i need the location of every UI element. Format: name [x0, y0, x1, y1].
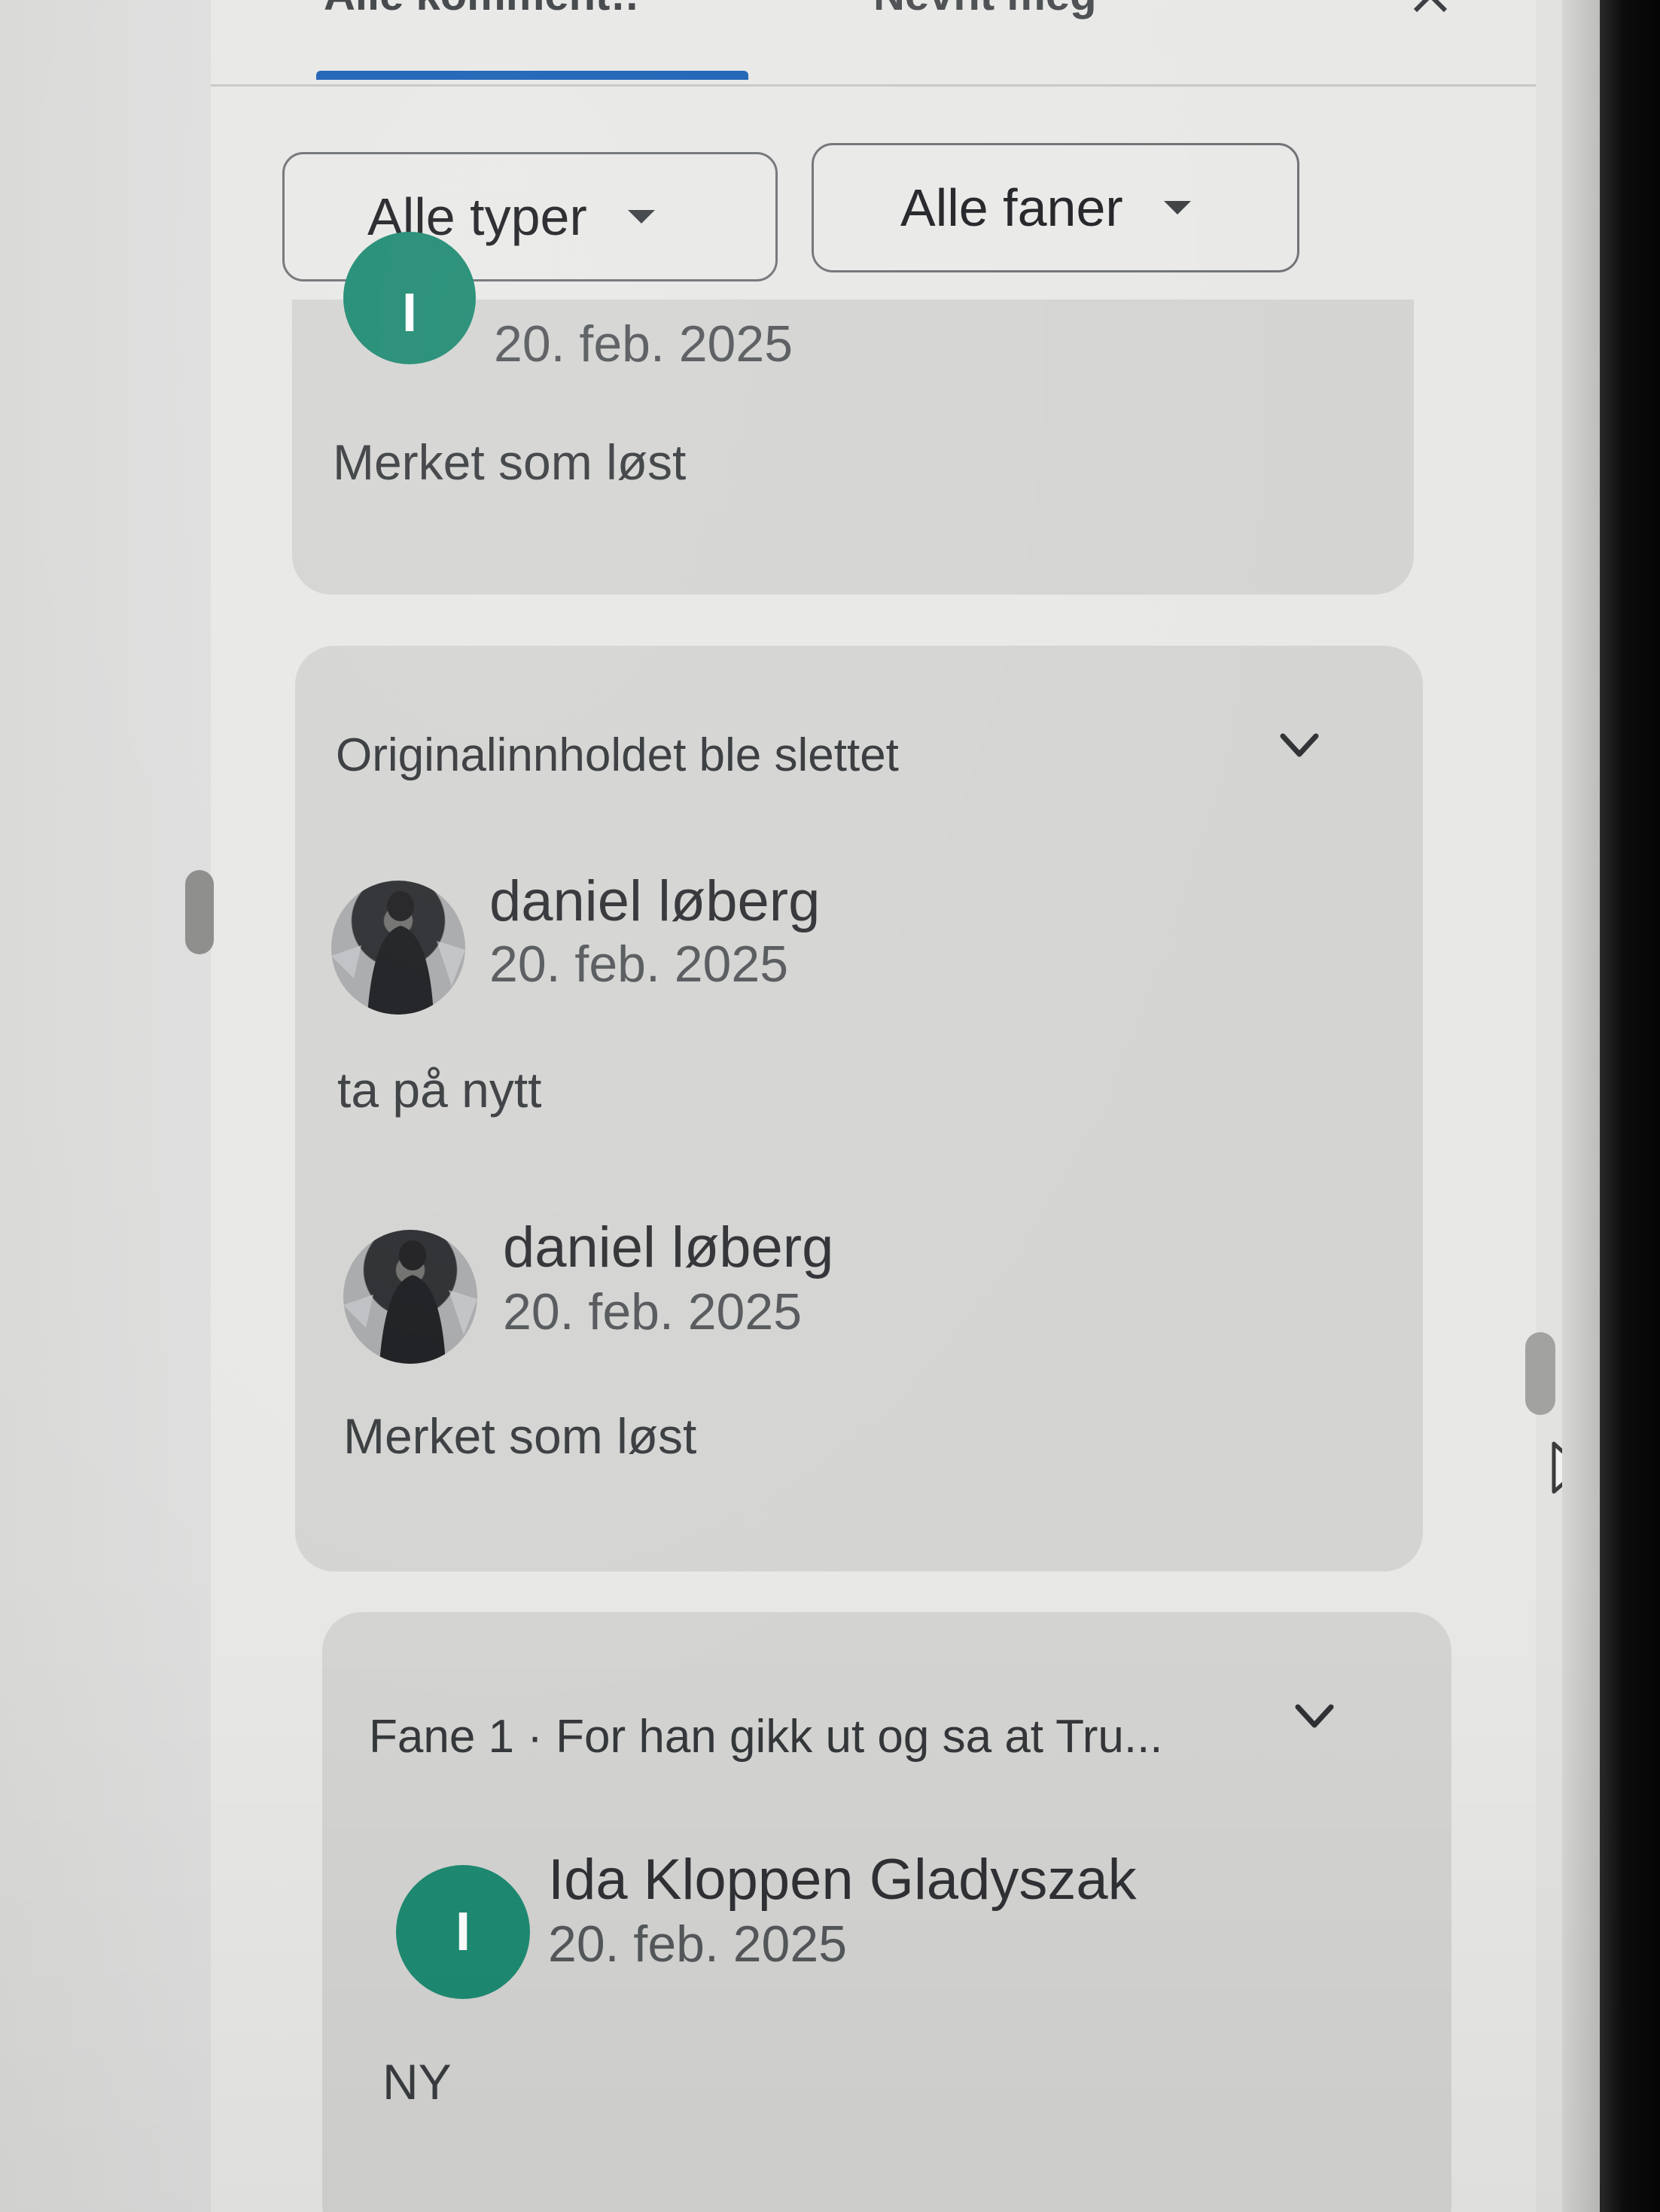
chevron-down-icon[interactable]	[1278, 724, 1320, 766]
avatar-letter: I	[455, 1902, 471, 1962]
comment-date: 20. feb. 2025	[494, 315, 793, 373]
caret-down-icon	[627, 210, 655, 224]
avatar	[331, 881, 465, 1015]
comment-author: daniel løberg	[503, 1216, 834, 1279]
comment-date: 20. feb. 2025	[548, 1915, 848, 1973]
comments-panel: Alle komment… Nevnt meg Alle typer Alle …	[211, 0, 1536, 2212]
screen: Alle komment… Nevnt meg Alle typer Alle …	[0, 0, 1660, 2212]
comment-author: Ida Kloppen Gladyszak	[548, 1848, 1137, 1912]
comment-body: Merket som løst	[333, 434, 687, 490]
close-icon[interactable]	[1408, 0, 1453, 30]
comment-body: NY	[382, 2054, 452, 2110]
panel-scrollbar-thumb[interactable]	[1525, 1332, 1555, 1415]
avatar-letter: I	[401, 283, 417, 343]
comment-thread-card[interactable]: Originalinnholdet ble slettet daniel løb…	[295, 646, 1423, 1572]
comment-thread-card[interactable]: Fane 1 · For han gikk ut og sa at Tru...…	[322, 1612, 1451, 2212]
thread-heading: Fane 1 · For han gikk ut og sa at Tru...	[369, 1711, 1163, 1763]
tab-filter-label: Alle faner	[900, 178, 1123, 237]
tab-all-comments[interactable]: Alle komment…	[324, 0, 640, 20]
comment-author: daniel løberg	[489, 869, 821, 933]
comment-body: Merket som løst	[343, 1408, 697, 1464]
tabs-divider	[211, 84, 1536, 87]
comment-thread-card[interactable]: I 20. feb. 2025 Merket som løst	[292, 232, 1414, 595]
comment-body: ta på nytt	[337, 1062, 542, 1118]
active-tab-indicator	[316, 71, 748, 80]
comment-date: 20. feb. 2025	[503, 1283, 803, 1340]
tab-filter-dropdown[interactable]: Alle faner	[812, 143, 1299, 272]
avatar	[343, 1230, 477, 1364]
monitor-bezel	[1600, 0, 1660, 2212]
caret-down-icon	[1163, 201, 1191, 215]
chevron-down-icon[interactable]	[1293, 1695, 1336, 1737]
avatar: I	[396, 1865, 530, 1999]
avatar: I	[343, 232, 476, 364]
screen-edge	[1562, 0, 1600, 2212]
thread-heading: Originalinnholdet ble slettet	[336, 729, 899, 781]
comment-date: 20. feb. 2025	[489, 936, 789, 993]
document-scrollbar-thumb[interactable]	[185, 870, 214, 954]
tab-mentions[interactable]: Nevnt meg	[873, 0, 1189, 20]
comments-tabs: Alle komment… Nevnt meg	[211, 0, 1536, 89]
